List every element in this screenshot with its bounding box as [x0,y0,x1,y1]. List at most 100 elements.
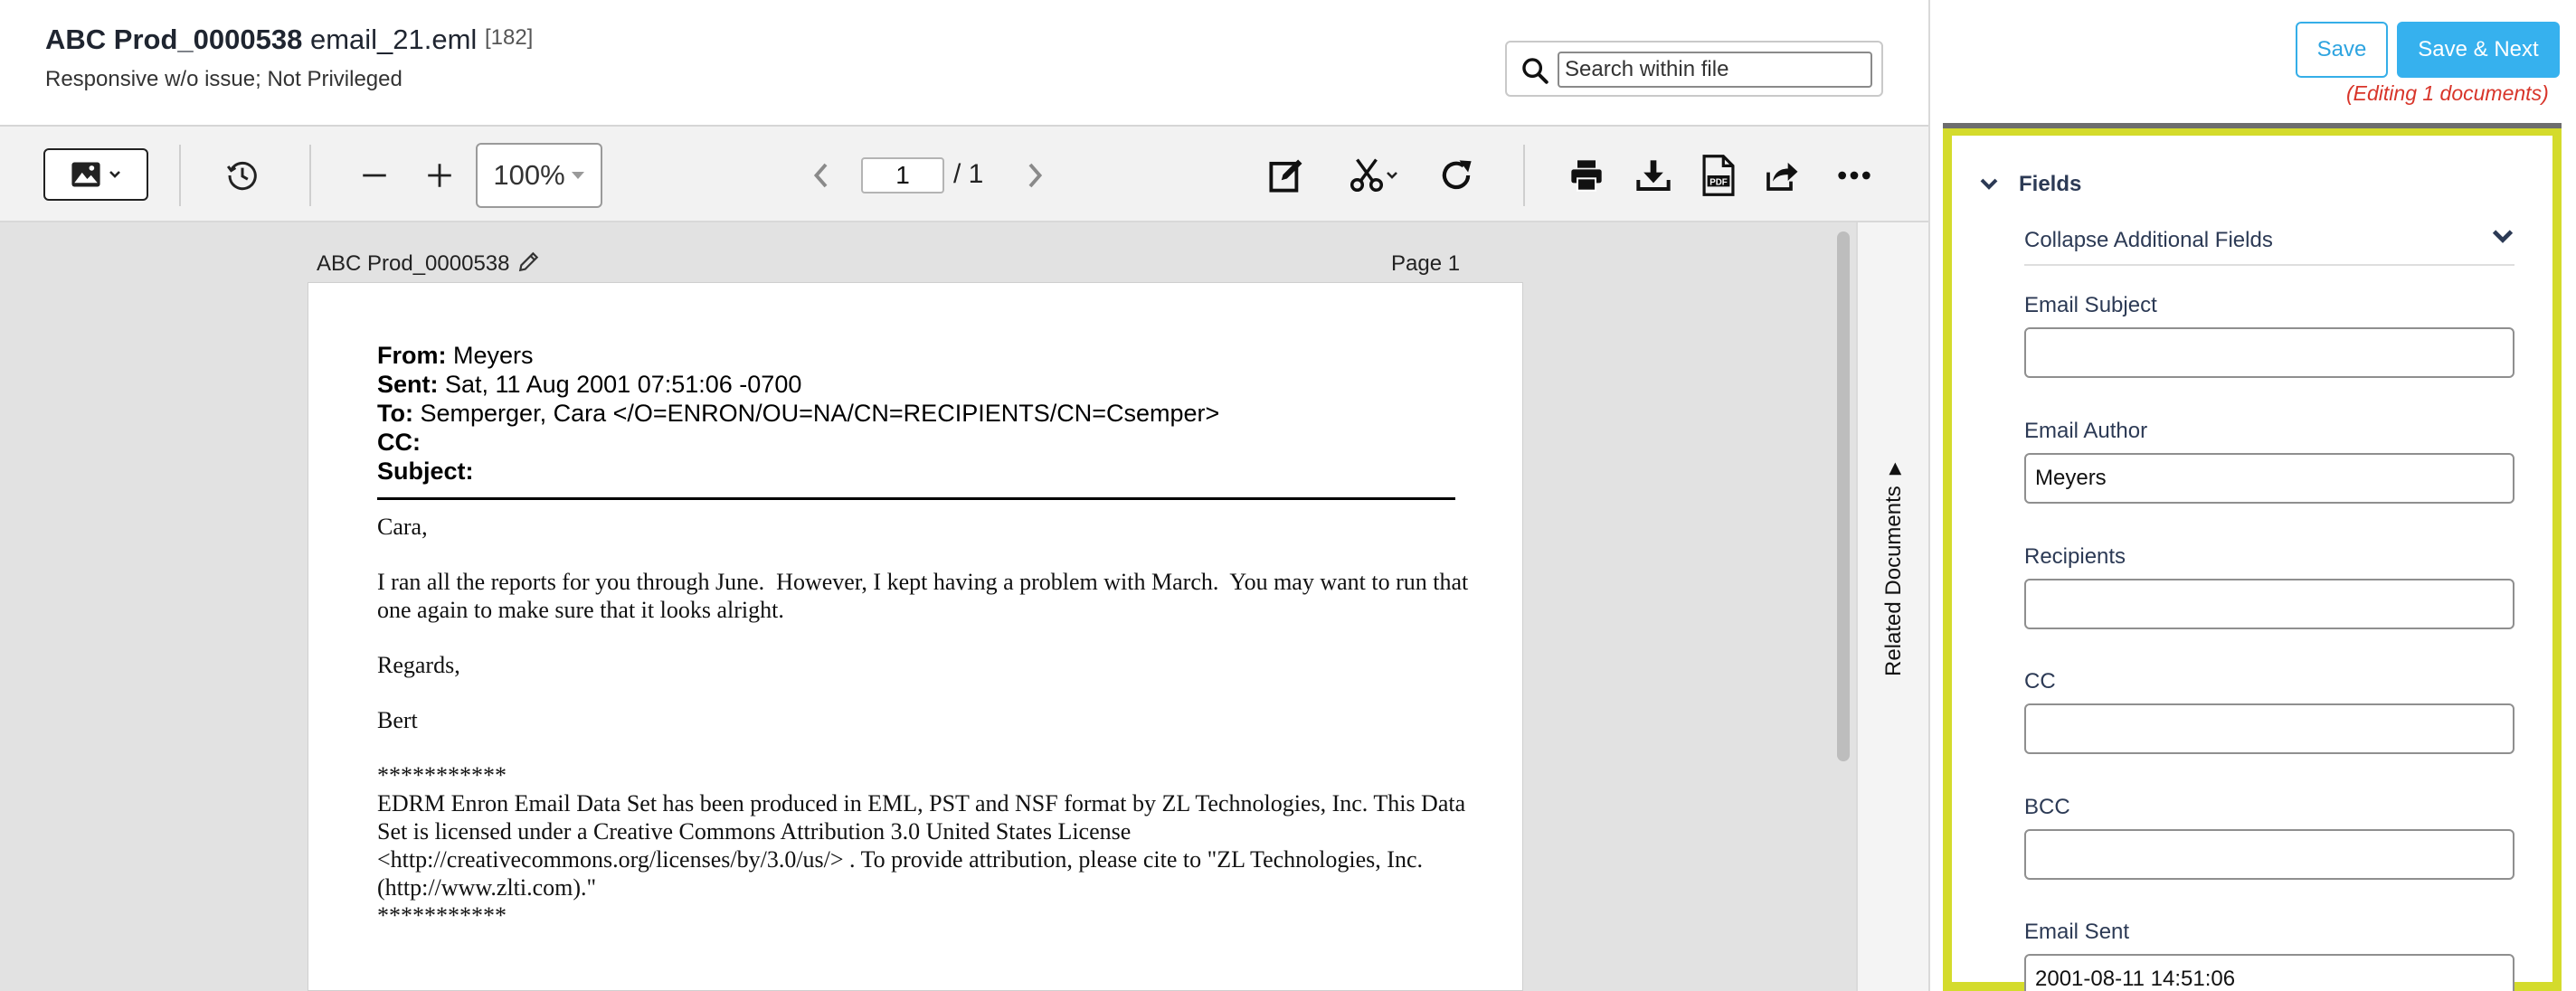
cc-input[interactable] [2024,703,2514,754]
collapse-additional-fields[interactable]: Collapse Additional Fields [2024,222,2514,266]
document-viewer: ABC Prod_0000538 email_21.eml [182] Resp… [0,0,1928,991]
image-view-dropdown[interactable] [43,148,148,201]
save-and-next-button[interactable]: Save & Next [2397,22,2560,78]
expand-arrow-icon: ▶ [1884,462,1903,476]
email-stars-bottom: *********** [377,902,507,929]
field-label: CC [2024,669,2056,694]
zoom-select[interactable]: 100% [476,143,602,208]
fields-panel: Fields Collapse Additional Fields Email … [1943,128,2562,991]
print-icon [1571,160,1602,192]
field-email-author: Email Author [2024,419,2514,504]
history-icon [226,161,257,191]
viewer-toolbar: 100% / 1 [0,127,1928,222]
chevron-down-icon [2492,230,2514,243]
fields-section-toggle[interactable]: Fields [1979,172,2081,197]
redact-dropdown[interactable] [1339,154,1407,197]
zoom-in-icon [428,164,451,187]
svg-text:PDF: PDF [1709,177,1728,187]
document-page: From: Meyers Sent: Sat, 11 Aug 2001 07:5… [308,282,1523,991]
field-bcc: BCC [2024,795,2514,880]
save-button[interactable]: Save [2296,22,2388,78]
field-label: BCC [2024,795,2070,819]
field-email-subject: Email Subject [2024,293,2514,378]
email-regards: Regards, [377,652,460,678]
field-label: Email Subject [2024,293,2157,317]
next-page-icon [1028,163,1043,188]
email-body: Cara, I ran all the reports for you thro… [377,513,1472,930]
fields-title: Fields [2019,172,2082,196]
pdf-button[interactable]: PDF [1697,152,1740,199]
pdf-icon: PDF [1702,155,1735,196]
field-recipients: Recipients [2024,544,2514,629]
page-number-input[interactable] [861,157,944,193]
more-options-button[interactable] [1833,154,1876,197]
field-label: Email Sent [2024,920,2130,944]
download-button[interactable] [1632,154,1675,197]
document-bates: ABC Prod_0000538 [45,24,303,55]
related-documents-tab[interactable]: Related Documents ▶ [1856,222,1928,991]
download-icon [1636,160,1671,191]
bcc-input[interactable] [2024,829,2514,880]
email-subject-input[interactable] [2024,327,2514,378]
email-signature: Bert [377,707,418,733]
email-author-input[interactable] [2024,453,2514,504]
search-input[interactable] [1558,52,1872,88]
field-label: Recipients [2024,544,2126,569]
email-from-line: From: Meyers [377,342,534,369]
print-button[interactable] [1565,154,1608,197]
history-button[interactable] [223,156,262,195]
image-icon [71,162,100,187]
share-button[interactable] [1760,154,1804,197]
chevron-down-icon [1387,172,1397,179]
prev-page-icon [813,163,828,188]
email-to-line: To: Semperger, Cara </O=ENRON/OU=NA/CN=R… [377,400,1220,427]
email-sent-input[interactable] [2024,954,2514,991]
prev-page-button[interactable] [805,157,836,193]
zoom-out-button[interactable] [355,156,394,195]
search-icon [1522,58,1548,84]
zoom-in-button[interactable] [420,156,459,195]
viewer-scrollbar[interactable] [1834,228,1852,991]
document-title: ABC Prod_0000538 email_21.eml [182] [45,24,533,56]
annotate-icon [1269,159,1302,193]
editing-status: (Editing 1 documents) [2346,81,2549,105]
annotate-button[interactable] [1264,154,1308,197]
recipients-input[interactable] [2024,579,2514,629]
email-stars-top: *********** [377,762,507,788]
document-filename: email_21.eml [309,24,478,55]
zoom-value: 100% [493,159,565,191]
document-count: [182] [484,25,534,50]
rotate-button[interactable] [1435,154,1478,197]
next-page-button[interactable] [1020,157,1051,193]
email-sent-line: Sent: Sat, 11 Aug 2001 07:51:06 -0700 [377,371,802,398]
toolbar-divider [179,145,181,206]
toolbar-divider [309,145,311,206]
chevron-down-icon [109,171,120,178]
email-paragraph: I ran all the reports for you through Ju… [377,569,1474,623]
document-header: ABC Prod_0000538 email_21.eml [182] Resp… [0,0,1928,127]
share-icon [1766,162,1798,191]
document-coding: Responsive w/o issue; Not Privileged [45,67,402,91]
email-header-divider [377,497,1455,500]
chevron-down-icon [1980,178,1998,190]
toolbar-divider [1523,145,1525,206]
page-bates-label: ABC Prod_0000538 [317,251,510,276]
search-within-file [1505,41,1883,97]
rotate-icon [1442,160,1472,190]
email-notice: EDRM Enron Email Data Set has been produ… [377,790,1472,901]
zoom-out-icon [363,174,386,177]
email-cc-line: CC: [377,429,421,456]
edit-pencil-icon[interactable] [517,250,541,273]
more-icon [1838,171,1870,180]
page-total: / 1 [953,159,984,189]
field-cc: CC [2024,669,2514,754]
scrollbar-thumb[interactable] [1837,231,1850,761]
collapse-label: Collapse Additional Fields [2024,228,2273,252]
related-documents-label: Related Documents ▶ [1881,462,1906,676]
redact-scissors-icon [1350,158,1384,193]
email-greeting: Cara, [377,514,428,540]
field-label: Email Author [2024,419,2148,443]
email-subject-line: Subject: [377,458,474,485]
app-root: ABC Prod_0000538 email_21.eml [182] Resp… [0,0,2576,991]
caret-down-icon [571,172,584,179]
